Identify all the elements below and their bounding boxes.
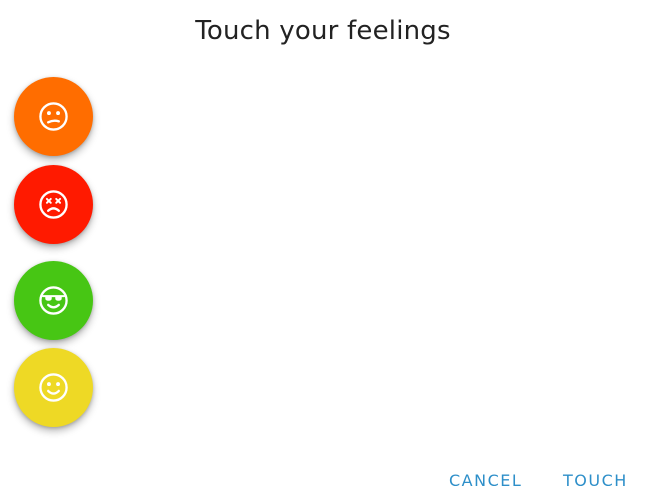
cancel-button[interactable]: CANCEL	[449, 470, 522, 492]
smiling-face-icon	[39, 373, 68, 402]
confused-face-button[interactable]	[14, 77, 93, 156]
smiling-face-button[interactable]	[14, 348, 93, 427]
touch-button[interactable]: TOUCH	[563, 470, 628, 492]
dizzy-face-icon	[39, 190, 68, 219]
confused-face-icon	[39, 102, 68, 131]
cool-face-button[interactable]	[14, 261, 93, 340]
dialog-actions: CANCEL TOUCH	[0, 470, 646, 492]
cool-sunglasses-face-icon	[39, 286, 68, 315]
dialog-title: Touch your feelings	[195, 16, 451, 46]
dizzy-face-button[interactable]	[14, 165, 93, 244]
feelings-dialog: Touch your feelings CANCEL TOUCH	[0, 0, 646, 502]
